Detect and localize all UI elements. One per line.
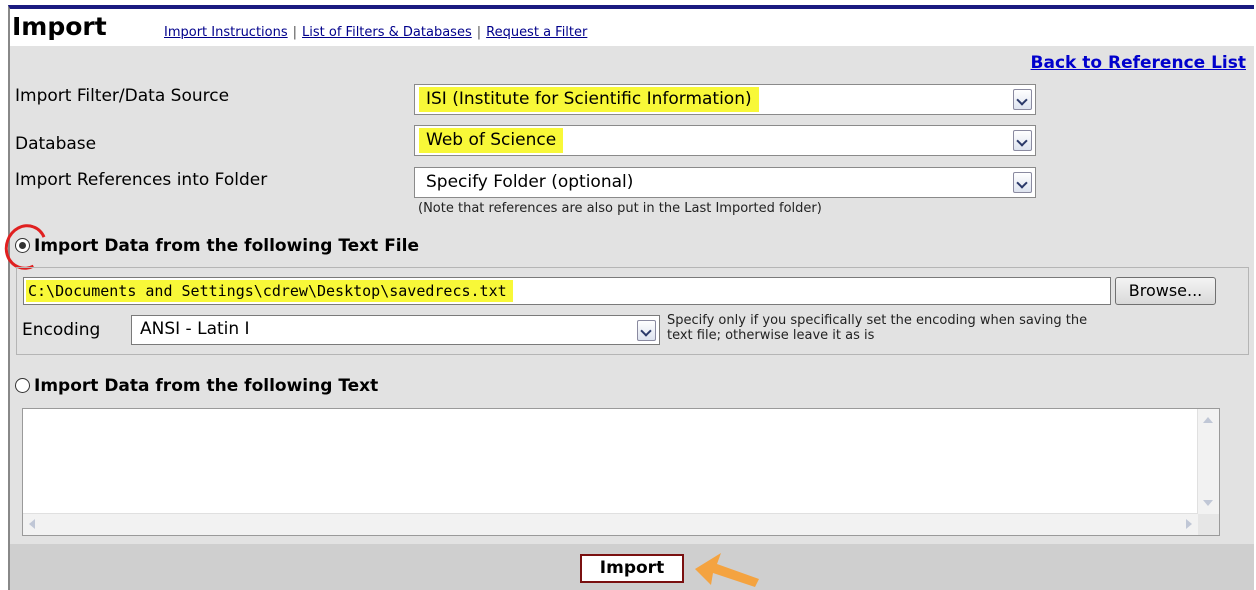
folder-value: Specify Folder (optional): [426, 172, 634, 192]
link-separator: |: [292, 25, 298, 40]
request-filter-link[interactable]: Request a Filter: [486, 25, 587, 40]
filter-value: ISI (Institute for Scientific Informatio…: [419, 87, 759, 112]
vertical-scrollbar[interactable]: [1197, 409, 1219, 514]
top-links: Import Instructions | List of Filters & Da…: [164, 25, 587, 40]
scrollbar-corner: [1198, 514, 1219, 535]
encoding-note: Specify only if you specifically set the…: [667, 313, 1087, 343]
text-file-panel: C:\Documents and Settings\cdrew\Desktop\…: [16, 267, 1249, 355]
folder-note: (Note that references are also put in th…: [418, 201, 822, 216]
import-form-panel: Back to Reference List Import Filter/Dat…: [0, 46, 1254, 544]
database-select[interactable]: Web of Science: [414, 125, 1036, 156]
folder-label: Import References into Folder: [15, 170, 268, 190]
scroll-right-icon[interactable]: [1186, 519, 1192, 529]
import-text-area[interactable]: [22, 408, 1220, 536]
radio-icon[interactable]: [15, 378, 30, 393]
encoding-note-line: Specify only if you specifically set the…: [667, 313, 1088, 328]
text-option[interactable]: Import Data from the following Text: [15, 376, 515, 398]
dropdown-arrow-icon[interactable]: [1013, 89, 1032, 110]
encoding-value: ANSI - Latin I: [140, 319, 250, 339]
horizontal-scrollbar[interactable]: [23, 513, 1198, 535]
text-file-option[interactable]: Import Data from the following Text File: [0, 218, 515, 276]
text-file-radio-label: Import Data from the following Text File: [34, 236, 419, 256]
back-to-reference-list-link[interactable]: Back to Reference List: [1031, 53, 1246, 73]
page-title: Import: [12, 12, 107, 41]
filter-select[interactable]: ISI (Institute for Scientific Informatio…: [414, 84, 1036, 115]
dropdown-arrow-icon[interactable]: [637, 320, 656, 341]
dropdown-arrow-icon[interactable]: [1013, 172, 1032, 193]
database-value: Web of Science: [419, 128, 564, 153]
browse-button[interactable]: Browse...: [1115, 277, 1216, 305]
encoding-label: Encoding: [22, 320, 101, 340]
file-path-value: C:\Documents and Settings\cdrew\Desktop\…: [26, 280, 513, 302]
pointer-arrow-icon: [695, 553, 759, 587]
import-button[interactable]: Import: [580, 554, 684, 583]
footer-bar: Import: [10, 544, 1254, 590]
radio-icon[interactable]: [15, 238, 30, 253]
file-path-input[interactable]: C:\Documents and Settings\cdrew\Desktop\…: [23, 277, 1111, 305]
database-label: Database: [15, 134, 97, 154]
import-instructions-link[interactable]: Import Instructions: [164, 25, 288, 40]
scroll-left-icon[interactable]: [29, 519, 35, 529]
scroll-down-icon[interactable]: [1203, 500, 1213, 506]
folder-select[interactable]: Specify Folder (optional): [414, 167, 1036, 198]
filters-databases-link[interactable]: List of Filters & Databases: [302, 25, 472, 40]
scroll-up-icon[interactable]: [1203, 417, 1213, 423]
filter-label: Import Filter/Data Source: [15, 86, 230, 106]
link-separator: |: [476, 25, 482, 40]
encoding-select[interactable]: ANSI - Latin I: [131, 315, 660, 345]
encoding-note-line: text file; otherwise leave it as is: [667, 328, 875, 343]
dropdown-arrow-icon[interactable]: [1013, 130, 1032, 151]
text-radio-label: Import Data from the following Text: [34, 376, 379, 396]
